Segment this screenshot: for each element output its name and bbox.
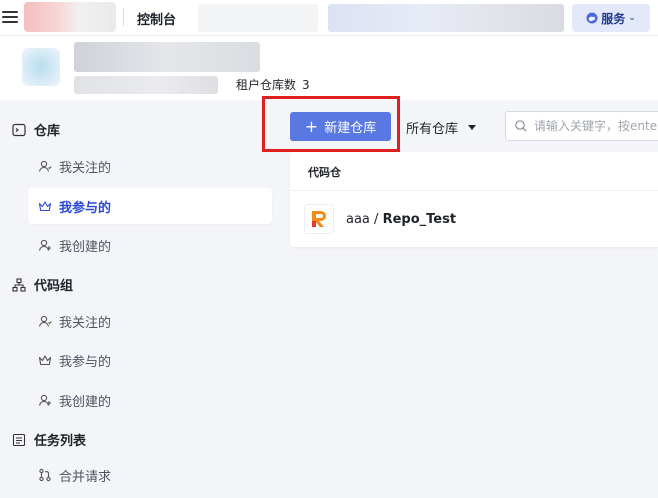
service-menu-button[interactable]: 服务 ⌄ [572,4,650,32]
sidebar-group-task-list[interactable]: 任务列表 [12,430,86,449]
repo-separator: / [369,211,383,227]
sidebar-group-repos[interactable]: 仓库 [12,120,60,139]
sidebar-item-repos-participating[interactable]: 我参与的 [28,188,272,224]
service-label: 服务 [601,11,626,26]
repo-filter-dropdown[interactable]: 所有仓库 [406,118,477,137]
sidebar-item-repos-created[interactable]: 我创建的 [28,227,272,263]
sidebar: 仓库 我关注的 我参与的 我创建的 代码组 我关注的 我参与的 我创建的 任务列… [0,100,280,498]
repo-logo-icon [304,204,334,234]
repo-r-icon [312,211,326,227]
merge-request-icon [39,468,51,482]
sidebar-group-code-groups[interactable]: 代码组 [12,275,73,294]
cloud-icon [586,12,598,24]
crown-icon [38,355,52,366]
highlight-box [262,96,400,152]
redacted-area [198,4,318,32]
sidebar-group-label: 代码组 [34,279,74,294]
repo-link[interactable]: aaa / Repo_Test [346,212,456,227]
redacted-subtitle [74,76,218,94]
menu-icon[interactable] [2,8,20,26]
sidebar-group-label: 仓库 [34,124,61,139]
tenant-repo-count: 租户仓库数 3 [236,76,310,93]
repo-owner: aaa [346,211,370,227]
sidebar-item-groups-participating[interactable]: 我参与的 [28,342,272,378]
group-tree-icon [12,277,26,292]
repo-list-item[interactable]: aaa / Repo_Test [304,204,456,234]
top-bar: 控制台 服务 ⌄ [0,0,658,36]
sidebar-item-label: 合并请求 [59,469,112,485]
sidebar-group-label: 任务列表 [34,434,87,449]
repo-name: Repo_Test [382,211,457,227]
divider [123,8,124,26]
user-create-icon [38,394,51,406]
console-link[interactable]: 控制台 [137,9,176,28]
redacted-name [74,42,260,72]
task-list-icon [12,433,26,446]
sidebar-item-groups-following[interactable]: 我关注的 [28,303,272,339]
chevron-down-icon: ⌄ [628,13,636,23]
user-follow-icon [38,160,52,172]
tenant-repo-number: 3 [302,77,310,92]
tenant-repo-label: 租户仓库数 [236,78,297,92]
sidebar-item-label: 我参与的 [59,200,112,216]
sidebar-item-label: 我参与的 [59,354,112,370]
sidebar-item-label: 我创建的 [59,239,112,255]
divider [290,190,658,191]
sidebar-item-groups-created[interactable]: 我创建的 [28,382,272,418]
redacted-area [328,4,564,32]
repo-filter-label: 所有仓库 [406,122,459,137]
search-input[interactable] [534,119,658,133]
user-create-icon [38,239,51,251]
logo[interactable] [24,2,116,32]
search-box[interactable] [505,111,658,141]
caret-down-icon [468,125,477,130]
repo-list-panel: 代码仓 aaa / Repo_Test [290,152,658,247]
account-header: 租户仓库数 3 [0,36,658,100]
sidebar-item-label: 我关注的 [59,160,112,176]
avatar [22,48,60,86]
repo-list-header: 代码仓 [308,166,341,179]
user-follow-icon [38,315,52,327]
sidebar-item-merge-requests[interactable]: 合并请求 [28,457,272,493]
crown-icon [38,201,52,212]
search-icon [515,120,527,132]
sidebar-item-label: 我关注的 [59,315,112,331]
sidebar-item-repos-following[interactable]: 我关注的 [28,148,272,184]
terminal-icon [12,123,26,136]
sidebar-item-label: 我创建的 [59,394,112,410]
